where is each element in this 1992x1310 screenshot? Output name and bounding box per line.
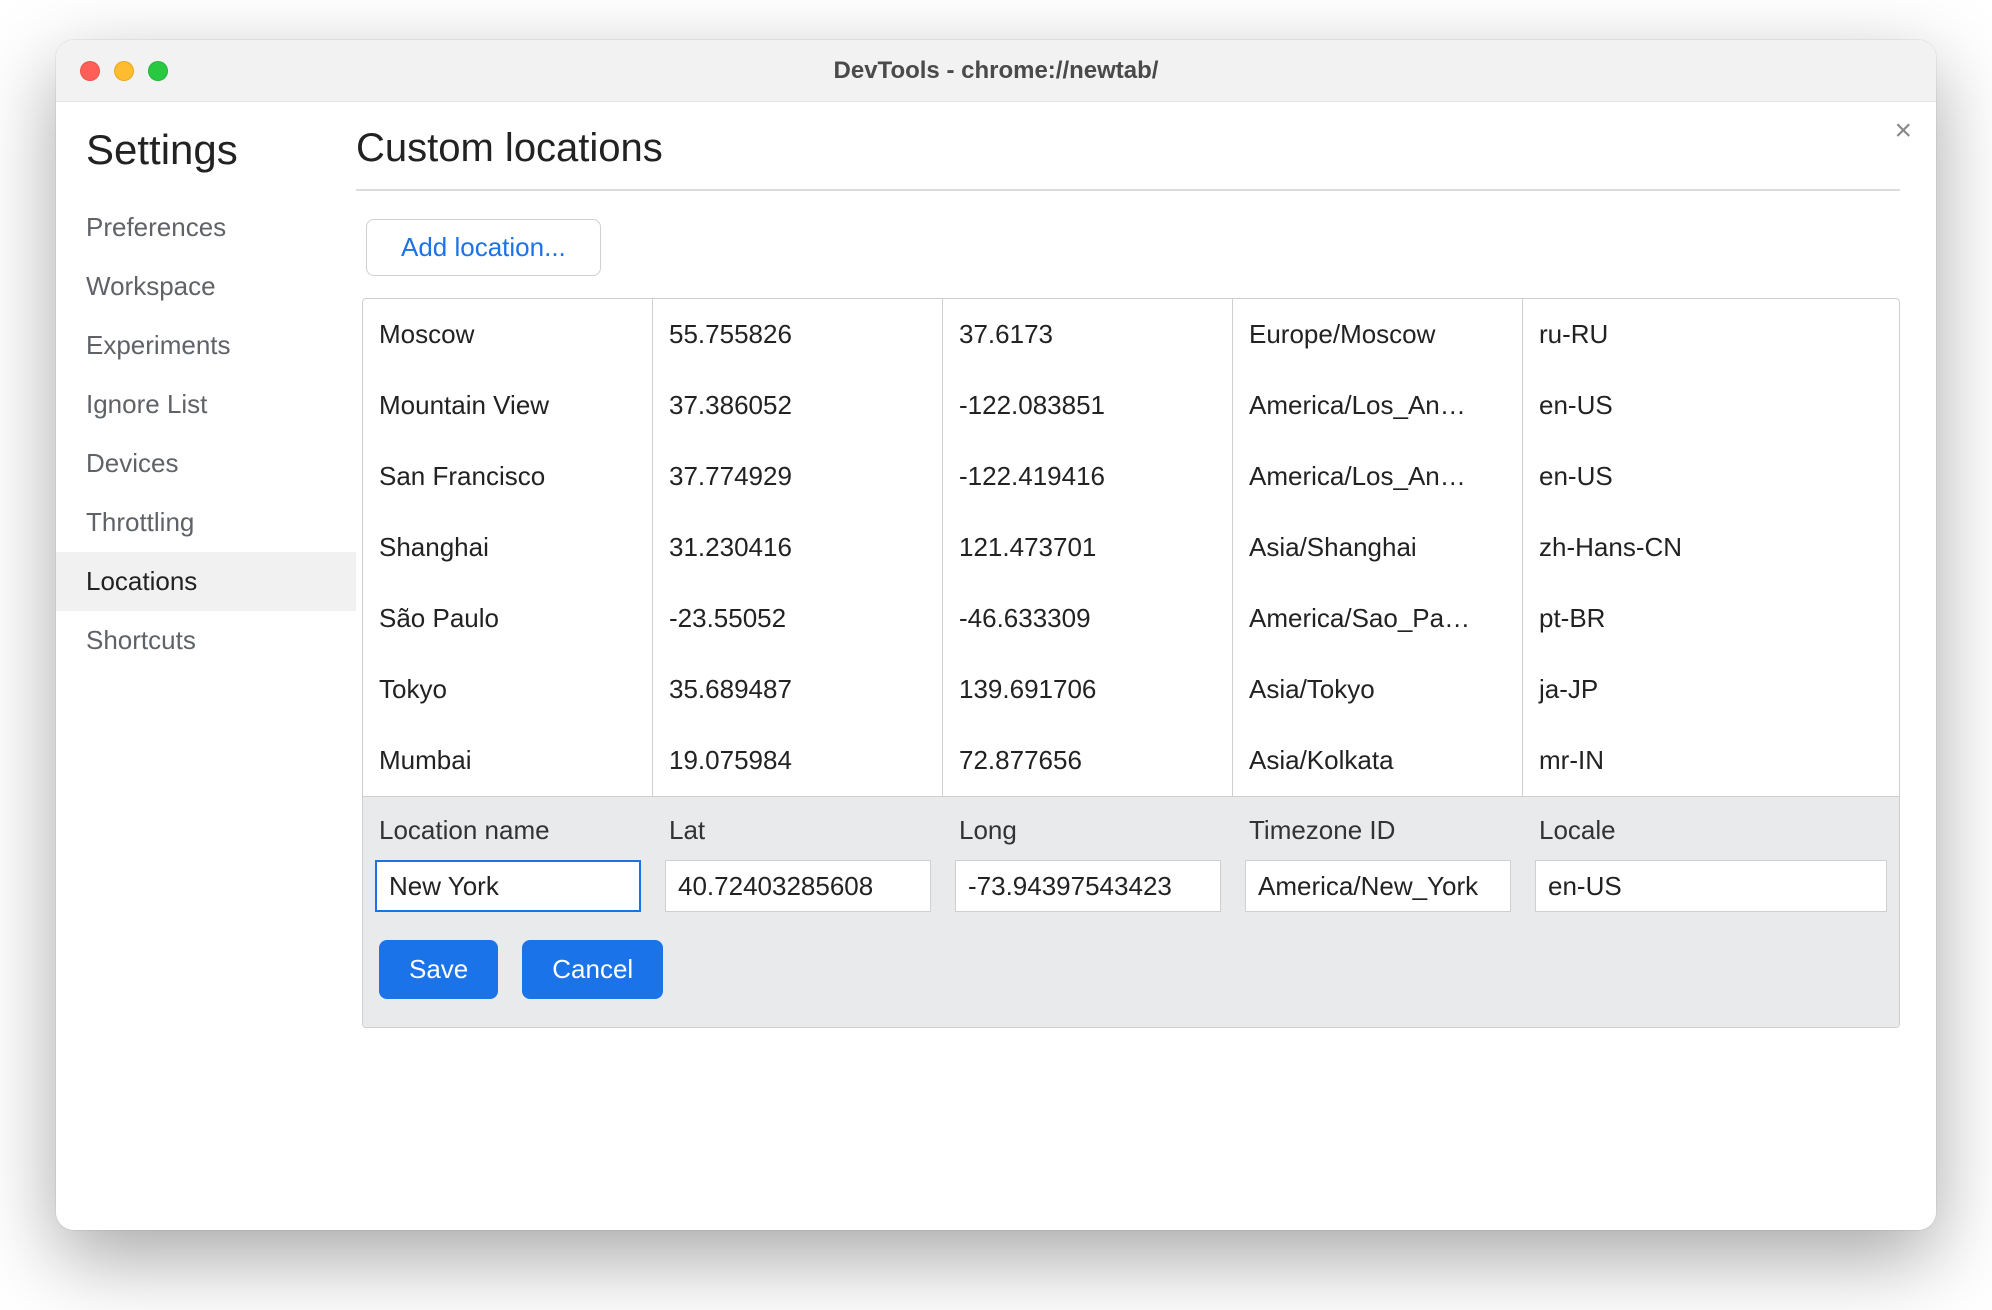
cell-name: Moscow: [363, 299, 653, 370]
cell-long: 72.877656: [943, 725, 1233, 796]
table-row[interactable]: Shanghai31.230416121.473701Asia/Shanghai…: [363, 512, 1899, 583]
sidebar-heading: Settings: [86, 126, 356, 174]
editor-input-locale[interactable]: [1535, 860, 1887, 912]
cell-lat: 35.689487: [653, 654, 943, 725]
cell-tz: America/Los_An…: [1233, 370, 1523, 441]
editor-label-long: Long: [943, 815, 1233, 846]
cell-long: -122.419416: [943, 441, 1233, 512]
table-row[interactable]: Mountain View37.386052-122.083851America…: [363, 370, 1899, 441]
table-row[interactable]: San Francisco37.774929-122.419416America…: [363, 441, 1899, 512]
cell-tz: America/Los_An…: [1233, 441, 1523, 512]
cell-name: Mountain View: [363, 370, 653, 441]
locations-table: Moscow55.75582637.6173Europe/Moscowru-RU…: [362, 298, 1900, 1028]
location-editor: Location name Lat Long Timezone ID Local…: [363, 796, 1899, 1027]
editor-input-lat[interactable]: [665, 860, 931, 912]
cell-name: Mumbai: [363, 725, 653, 796]
cell-lat: -23.55052: [653, 583, 943, 654]
cell-lat: 37.386052: [653, 370, 943, 441]
sidebar-item-experiments[interactable]: Experiments: [56, 316, 356, 375]
cell-locale: ru-RU: [1523, 299, 1899, 370]
add-location-button[interactable]: Add location...: [366, 219, 601, 276]
editor-label-locale: Locale: [1523, 815, 1899, 846]
settings-main: Custom locations Add location... Moscow5…: [356, 102, 1936, 1230]
editor-input-name[interactable]: [375, 860, 641, 912]
cell-tz: Asia/Shanghai: [1233, 512, 1523, 583]
cell-tz: America/Sao_Pa…: [1233, 583, 1523, 654]
window-close-dot[interactable]: [80, 61, 100, 81]
cell-lat: 19.075984: [653, 725, 943, 796]
cell-tz: Asia/Tokyo: [1233, 654, 1523, 725]
window-minimize-dot[interactable]: [114, 61, 134, 81]
window-title: DevTools - chrome://newtab/: [56, 57, 1936, 85]
cell-lat: 37.774929: [653, 441, 943, 512]
editor-label-lat: Lat: [653, 815, 943, 846]
cell-locale: en-US: [1523, 370, 1899, 441]
sidebar-item-locations[interactable]: Locations: [56, 552, 356, 611]
editor-label-tz: Timezone ID: [1233, 815, 1523, 846]
cell-tz: Europe/Moscow: [1233, 299, 1523, 370]
sidebar-item-devices[interactable]: Devices: [56, 434, 356, 493]
editor-label-name: Location name: [363, 815, 653, 846]
table-row[interactable]: São Paulo-23.55052-46.633309America/Sao_…: [363, 583, 1899, 654]
table-row[interactable]: Tokyo35.689487139.691706Asia/Tokyoja-JP: [363, 654, 1899, 725]
cell-locale: pt-BR: [1523, 583, 1899, 654]
cell-locale: mr-IN: [1523, 725, 1899, 796]
cell-tz: Asia/Kolkata: [1233, 725, 1523, 796]
cell-name: Tokyo: [363, 654, 653, 725]
cell-name: Shanghai: [363, 512, 653, 583]
close-icon[interactable]: ×: [1894, 116, 1912, 146]
cell-long: 139.691706: [943, 654, 1233, 725]
cell-name: San Francisco: [363, 441, 653, 512]
sidebar-item-shortcuts[interactable]: Shortcuts: [56, 611, 356, 670]
sidebar-item-workspace[interactable]: Workspace: [56, 257, 356, 316]
cell-lat: 31.230416: [653, 512, 943, 583]
sidebar-item-preferences[interactable]: Preferences: [56, 198, 356, 257]
cell-lat: 55.755826: [653, 299, 943, 370]
sidebar-item-ignore-list[interactable]: Ignore List: [56, 375, 356, 434]
table-row[interactable]: Moscow55.75582637.6173Europe/Moscowru-RU: [363, 299, 1899, 370]
settings-sidebar: Settings PreferencesWorkspaceExperiments…: [56, 102, 356, 1230]
cell-locale: zh-Hans-CN: [1523, 512, 1899, 583]
cell-name: São Paulo: [363, 583, 653, 654]
cell-long: -46.633309: [943, 583, 1233, 654]
window-titlebar: DevTools - chrome://newtab/: [56, 40, 1936, 102]
table-row[interactable]: Mumbai19.07598472.877656Asia/Kolkatamr-I…: [363, 725, 1899, 796]
devtools-window: DevTools - chrome://newtab/ × Settings P…: [56, 40, 1936, 1230]
editor-input-tz[interactable]: [1245, 860, 1511, 912]
cell-locale: en-US: [1523, 441, 1899, 512]
editor-input-long[interactable]: [955, 860, 1221, 912]
window-zoom-dot[interactable]: [148, 61, 168, 81]
sidebar-item-throttling[interactable]: Throttling: [56, 493, 356, 552]
cell-long: -122.083851: [943, 370, 1233, 441]
cell-long: 121.473701: [943, 512, 1233, 583]
cell-locale: ja-JP: [1523, 654, 1899, 725]
save-button[interactable]: Save: [379, 940, 498, 999]
cancel-button[interactable]: Cancel: [522, 940, 663, 999]
page-title: Custom locations: [356, 126, 1900, 191]
cell-long: 37.6173: [943, 299, 1233, 370]
